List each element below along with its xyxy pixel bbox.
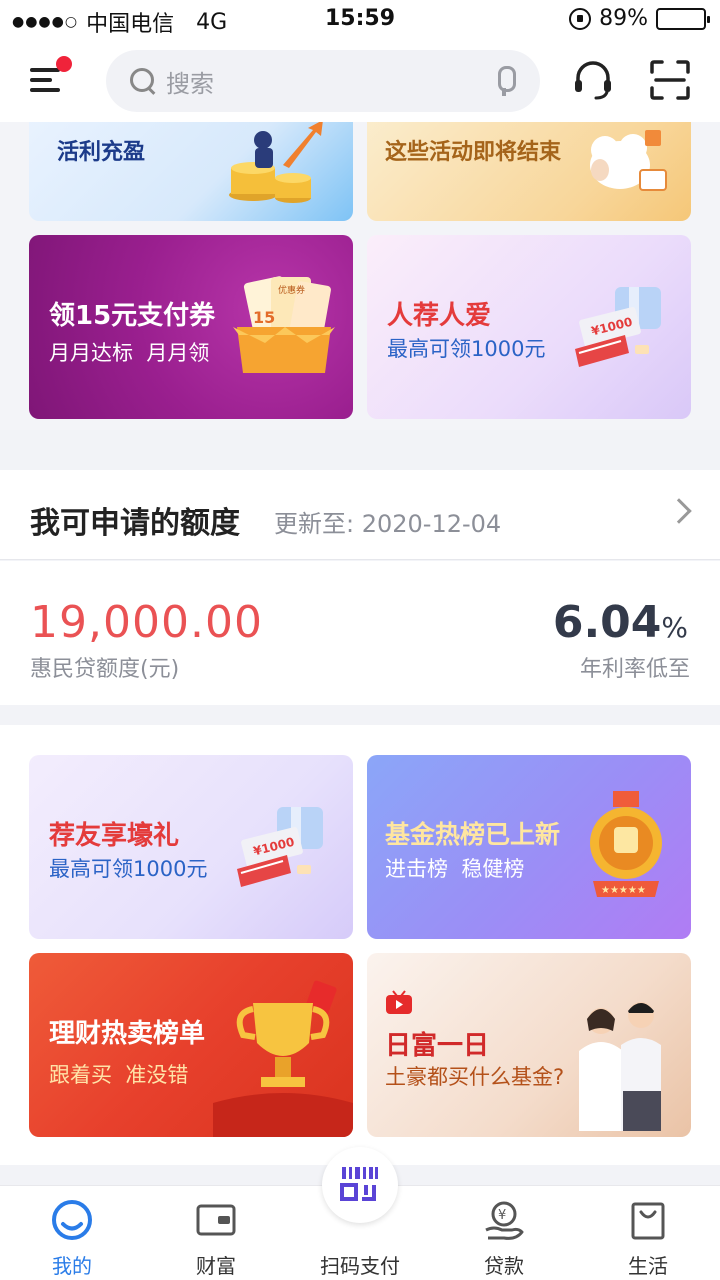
notification-dot [56, 56, 72, 72]
credit-amount: 19,000.00 [30, 597, 263, 648]
search-icon [130, 68, 156, 94]
promo-title: 日富一日 [385, 1031, 490, 1061]
tab-wealth[interactable]: 财富 [144, 1186, 288, 1280]
promo-subtitle: 土豪都买什么基金? [385, 1065, 565, 1089]
banner-subtitle: 活利充盈 [57, 140, 146, 165]
rotation-lock-icon [569, 7, 592, 30]
status-bar: ●●●●○ 中国电信 4G 15:59 89% [0, 0, 720, 40]
promo-subtitle: 跟着买 准没错 [49, 1063, 189, 1087]
scan-icon[interactable] [650, 60, 690, 100]
tab-label: 扫码支付 [320, 1254, 400, 1278]
wealth-bestseller-card[interactable]: 理财热卖榜单 跟着买 准没错 [29, 953, 353, 1137]
svg-text:★★★★★: ★★★★★ [601, 885, 646, 896]
top-header: 搜索 [0, 40, 720, 122]
promo-title: 荐友享壕礼 [49, 821, 180, 851]
fund-ranking-card[interactable]: 基金热榜已上新 进击榜 稳健榜 ★★★★★ [367, 755, 691, 939]
gift-scroll-illustration: ¥1000 [575, 287, 661, 367]
interest-rate-value: 6.04 [552, 597, 662, 648]
interest-rate-label: 年利率低至 [579, 657, 690, 682]
credit-update-date: 更新至: 2020-12-04 [274, 510, 502, 538]
video-tv-icon [386, 990, 412, 1014]
search-placeholder: 搜索 [166, 69, 214, 98]
qr-pay-icon [340, 1167, 378, 1201]
section-separator [0, 430, 720, 470]
promo-subtitle: 进击榜 稳健榜 [385, 857, 525, 881]
coupon-box-illustration: 优惠券 15 [233, 276, 335, 373]
credit-details[interactable]: 19,000.00 惠民贷额度(元) 6.04% 年利率低至 [0, 561, 720, 705]
status-right: 89% [569, 6, 710, 31]
battery-percent: 89% [599, 6, 648, 31]
customer-service-icon[interactable] [572, 60, 614, 102]
promo-subtitle: 月月达标 月月领 [49, 341, 210, 365]
tab-mine[interactable]: 我的 [0, 1186, 144, 1280]
sheep-illustration [590, 130, 667, 191]
daily-rich-card[interactable]: 日富一日 土豪都买什么基金? [367, 953, 691, 1137]
battery-icon [656, 7, 710, 30]
scan-pay-button[interactable] [322, 1147, 398, 1223]
referral-promo-card[interactable]: 人荐人爱 最高可领1000元 ¥1000 [367, 235, 691, 419]
gift-scroll-illustration: ¥1000 [237, 807, 323, 887]
section-separator [0, 705, 720, 725]
yen-hand-icon: ¥ [485, 1201, 524, 1240]
coupon-badge-number: 15 [253, 308, 275, 327]
tab-label: 贷款 [484, 1254, 524, 1278]
tab-label: 财富 [196, 1254, 236, 1278]
microphone-icon[interactable] [492, 66, 516, 96]
promo-title: 领15元支付券 [49, 301, 216, 331]
credit-title: 我可申请的额度 [30, 506, 240, 541]
promo-subtitle: 最高可领1000元 [387, 337, 546, 361]
promo-title: 人荐人爱 [387, 301, 492, 331]
promo-title: 基金热榜已上新 [385, 820, 561, 849]
interest-rate: 6.04% [553, 597, 688, 648]
chevron-right-icon[interactable] [666, 498, 692, 524]
credit-amount-label: 惠民贷额度(元) [30, 657, 180, 682]
medal-trophy-illustration: ★★★★★ [590, 791, 662, 897]
tab-life[interactable]: 生活 [576, 1186, 720, 1280]
coupon-promo-card[interactable]: 领15元支付券 月月达标 月月领 优惠券 15 [29, 235, 353, 419]
tab-label: 我的 [52, 1254, 92, 1278]
coupon-badge-text: 优惠券 [278, 284, 305, 296]
banner-subtitle: 这些活动即将结束 [385, 140, 562, 165]
search-input[interactable]: 搜索 [106, 50, 540, 112]
friend-referral-card[interactable]: 荐友享壕礼 最高可领1000元 ¥1000 [29, 755, 353, 939]
tab-label: 生活 [628, 1254, 668, 1278]
shopping-bag-icon [631, 1202, 665, 1240]
svg-text:¥: ¥ [498, 1208, 506, 1223]
promo-subtitle: 最高可领1000元 [49, 857, 208, 881]
trophy-illustration [213, 980, 353, 1137]
tab-loan[interactable]: ¥ 贷款 [432, 1186, 576, 1280]
interest-rate-unit: % [661, 611, 688, 644]
gold-coins-illustration [229, 120, 323, 203]
smile-icon [52, 1200, 92, 1240]
credit-header[interactable]: 我可申请的额度 更新至: 2020-12-04 [0, 470, 720, 560]
promo-title: 理财热卖榜单 [49, 1019, 206, 1049]
presenters-illustration [579, 1002, 661, 1131]
wallet-icon [196, 1204, 236, 1236]
